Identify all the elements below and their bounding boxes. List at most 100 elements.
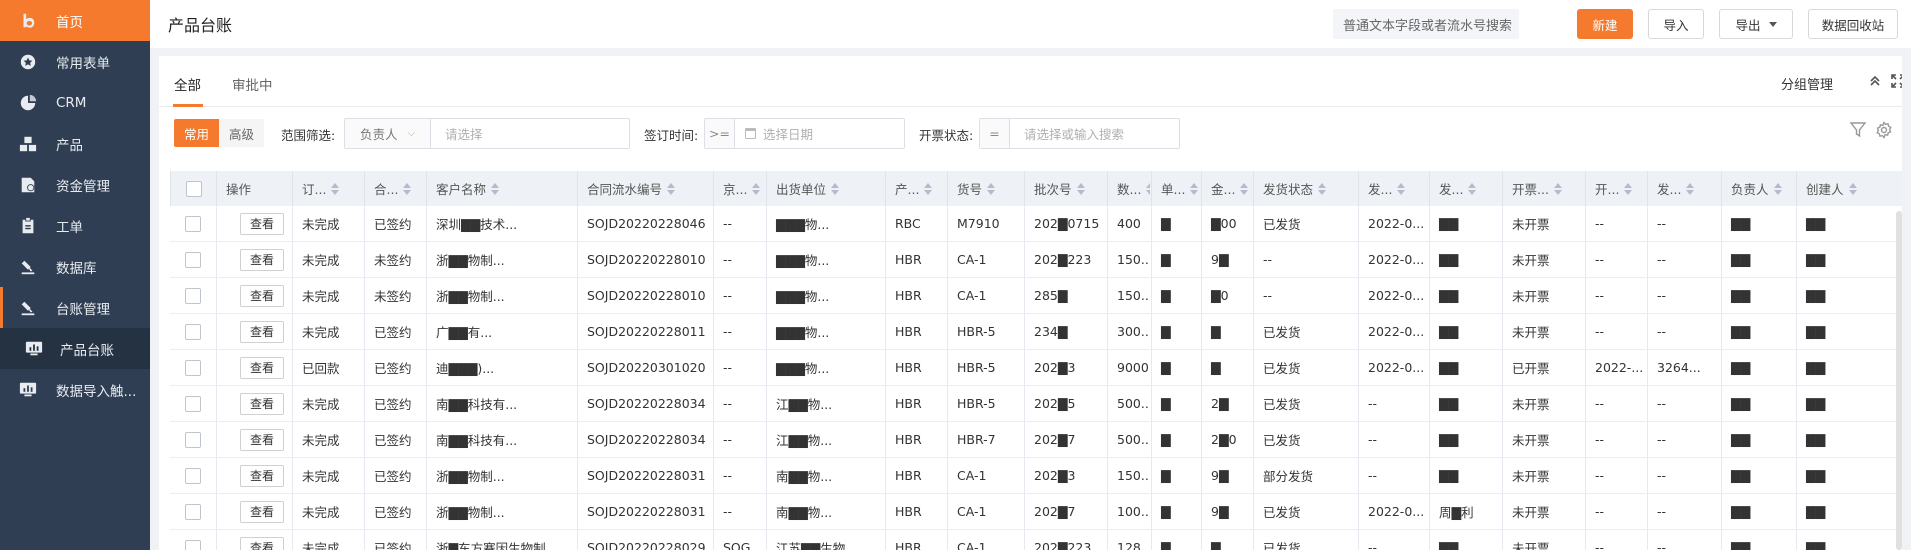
owner-filter[interactable]: 负责人 ⌵ 请选择 <box>344 118 630 149</box>
sidebar-item-home[interactable]: 首页 <box>0 0 150 41</box>
column-header[interactable]: 创建人 <box>1796 171 1902 206</box>
sort-icon[interactable] <box>1076 182 1085 195</box>
recycle-bin-button[interactable]: 数据回收站 <box>1808 9 1898 39</box>
column-header[interactable]: 金... <box>1201 171 1253 206</box>
sort-icon[interactable] <box>752 182 761 195</box>
column-header[interactable]: 产... <box>885 171 947 206</box>
table-row[interactable]: 查看 未完成 已签约 广▇▇有... SOJD20220228011 -- ▇▇▇物... H… <box>170 314 1902 350</box>
column-header[interactable]: 发... <box>1358 171 1429 206</box>
column-header[interactable]: 负责人 <box>1721 171 1797 206</box>
sort-icon[interactable] <box>1190 182 1199 195</box>
common-filter-button[interactable]: 常用 <box>174 119 219 147</box>
sidebar-item-common-forms[interactable]: 常用表单 <box>0 41 150 82</box>
sort-icon[interactable] <box>331 182 340 195</box>
import-button[interactable]: 导入 <box>1648 9 1704 39</box>
sidebar-item-crm[interactable]: CRM <box>0 82 150 123</box>
sort-icon[interactable] <box>987 182 996 195</box>
column-header[interactable]: 合... <box>364 171 426 206</box>
view-button[interactable]: 查看 <box>240 536 284 550</box>
sort-icon[interactable] <box>924 182 933 195</box>
table-row[interactable]: 查看 未完成 已签约 浙▇▇物制... SOJD20220228031 -- 南▇▇物...… <box>170 458 1902 494</box>
sidebar-item-products[interactable]: 产品 <box>0 123 150 164</box>
sort-icon[interactable] <box>667 182 676 195</box>
owner-select[interactable]: 负责人 ⌵ <box>345 119 431 148</box>
view-button[interactable]: 查看 <box>240 356 284 379</box>
sort-icon[interactable] <box>1624 182 1633 195</box>
row-checkbox[interactable] <box>185 323 201 340</box>
row-checkbox[interactable] <box>185 539 201 550</box>
settings-gear-icon[interactable] <box>1875 121 1895 141</box>
column-header[interactable]: 货号 <box>947 171 1024 206</box>
tab-all[interactable]: 全部 <box>174 74 201 94</box>
column-header[interactable]: 单... <box>1151 171 1201 206</box>
column-header[interactable]: 发... <box>1647 171 1720 206</box>
view-button[interactable]: 查看 <box>240 284 284 307</box>
sort-icon[interactable] <box>1553 182 1562 195</box>
sort-icon[interactable] <box>831 182 840 195</box>
table-row[interactable]: 查看 未完成 已签约 深圳▇▇技术... SOJD20220228046 -- ▇▇▇物..… <box>170 206 1902 242</box>
column-header[interactable]: 发货状态 <box>1253 171 1359 206</box>
view-button[interactable]: 查看 <box>240 320 284 343</box>
fullscreen-icon[interactable] <box>1889 72 1902 90</box>
sort-icon[interactable] <box>1146 182 1150 195</box>
view-button[interactable]: 查看 <box>240 428 284 451</box>
new-button[interactable]: 新建 <box>1577 9 1633 39</box>
sort-icon[interactable] <box>1397 182 1406 195</box>
invoice-status-filter[interactable]: = 请选择或输入搜索 <box>979 118 1180 149</box>
row-checkbox[interactable] <box>185 287 201 304</box>
sort-icon[interactable] <box>1318 182 1327 195</box>
column-header[interactable]: 发... <box>1429 171 1502 206</box>
search-input[interactable]: 普通文本字段或者流水号搜索 <box>1333 9 1519 39</box>
table-row[interactable]: 查看 未完成 已签约 浙▇▇物制... SOJD20220228031 -- 南▇▇物...… <box>170 494 1902 530</box>
column-header[interactable]: 客户名称 <box>426 171 577 206</box>
table-scrollbar[interactable] <box>1896 211 1902 550</box>
tab-pending[interactable]: 审批中 <box>232 74 273 94</box>
collapse-up-icon[interactable] <box>1866 72 1884 90</box>
sort-icon[interactable] <box>1240 182 1249 195</box>
sidebar-item-product-ledger[interactable]: 产品台账 <box>0 328 150 369</box>
sidebar-item-ledger[interactable]: 台账管理 <box>0 287 150 328</box>
table-row[interactable]: 查看 未完成 未签约 浙▇▇物制... SOJD20220228010 -- ▇▇▇物...… <box>170 242 1902 278</box>
sort-icon[interactable] <box>1468 182 1477 195</box>
table-row[interactable]: 查看 未完成 已签约 南▇▇科技有... SOJD20220228034 -- 江▇▇物..… <box>170 422 1902 458</box>
sort-icon[interactable] <box>1848 182 1857 195</box>
view-button[interactable]: 查看 <box>240 500 284 523</box>
sidebar-item-data-import[interactable]: 数据导入触... <box>0 369 150 410</box>
row-checkbox[interactable] <box>185 503 201 520</box>
table-row[interactable]: 查看 未完成 未签约 浙▇▇物制... SOJD20220228010 -- ▇▇▇物...… <box>170 278 1902 314</box>
advanced-filter-button[interactable]: 高级 <box>219 119 264 147</box>
row-checkbox[interactable] <box>185 467 201 484</box>
sort-icon[interactable] <box>403 182 412 195</box>
column-header[interactable]: 订... <box>292 171 364 206</box>
sign-op[interactable]: >= <box>705 119 735 148</box>
column-header[interactable]: 京... <box>713 171 766 206</box>
view-button[interactable]: 查看 <box>240 212 284 235</box>
view-button[interactable]: 查看 <box>240 392 284 415</box>
sidebar-item-database[interactable]: 数据库 <box>0 246 150 287</box>
table-row[interactable]: 查看 未完成 已签约 南▇▇科技有... SOJD20220228034 -- 江▇▇物..… <box>170 386 1902 422</box>
row-checkbox[interactable] <box>185 431 201 448</box>
invoice-op[interactable]: = <box>980 119 1010 148</box>
table-row[interactable]: 查看 未完成 已签约 浙▇东方赛因生物制... SOJD20220228029 SOG 江苏… <box>170 530 1902 550</box>
sidebar-item-tickets[interactable]: 工单 <box>0 205 150 246</box>
row-checkbox[interactable] <box>185 215 201 232</box>
column-header[interactable]: 开票... <box>1502 171 1585 206</box>
column-header[interactable]: 开... <box>1585 171 1647 206</box>
column-header[interactable]: 批次号 <box>1024 171 1107 206</box>
view-button[interactable]: 查看 <box>240 464 284 487</box>
sort-icon[interactable] <box>1773 182 1782 195</box>
column-header[interactable]: 数... <box>1107 171 1150 206</box>
export-button[interactable]: 导出 <box>1719 9 1793 39</box>
sort-icon[interactable] <box>491 182 500 195</box>
column-header[interactable]: 合同流水编号 <box>577 171 712 206</box>
sign-date-filter[interactable]: >= 选择日期 <box>704 118 905 149</box>
row-checkbox[interactable] <box>185 359 201 376</box>
row-checkbox[interactable] <box>185 251 201 268</box>
group-mgmt-link[interactable]: 分组管理 <box>1781 74 1833 93</box>
table-row[interactable]: 查看 已回款 已签约 迪▇▇▇)... SOJD20220301020 -- ▇▇▇物...… <box>170 350 1902 386</box>
column-header[interactable]: 出货单位 <box>766 171 885 206</box>
row-checkbox[interactable] <box>185 395 201 412</box>
select-all-checkbox[interactable] <box>185 180 202 197</box>
filter-funnel-icon[interactable] <box>1849 121 1869 141</box>
sort-icon[interactable] <box>1686 182 1695 195</box>
